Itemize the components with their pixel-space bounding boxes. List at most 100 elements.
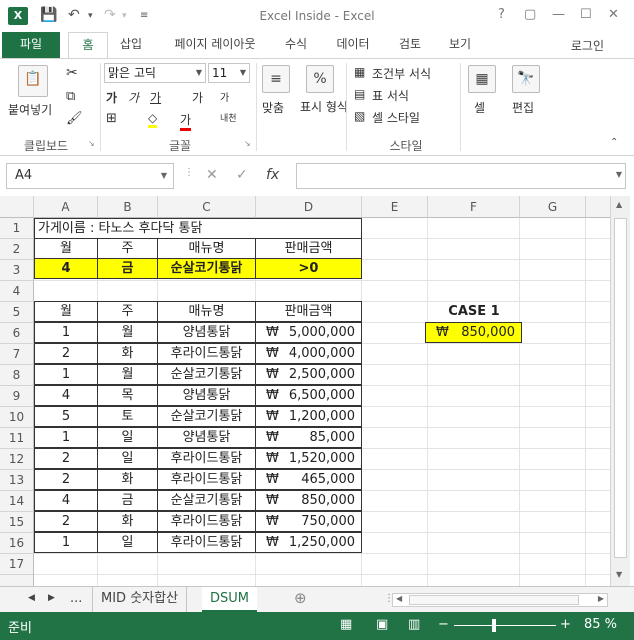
italic-button[interactable]: 가: [128, 89, 139, 106]
amount-cell[interactable]: ₩2,500,000: [255, 364, 362, 385]
paste-button[interactable]: 붙여넣기: [8, 101, 52, 118]
format-as-table-button[interactable]: 표 서식: [372, 87, 409, 104]
page-break-view-icon[interactable]: ▥: [408, 617, 420, 632]
table-cell[interactable]: 후라이드통닭: [157, 469, 256, 490]
sign-in-link[interactable]: 로그인: [571, 37, 604, 54]
amount-cell[interactable]: ₩1,520,000: [255, 448, 362, 469]
cell-styles-icon[interactable]: ▧: [354, 109, 365, 123]
amount-cell[interactable]: ₩750,000: [255, 511, 362, 532]
h-scrollbar-thumb[interactable]: [409, 595, 579, 605]
table-header-cell[interactable]: 판매금액: [255, 301, 362, 322]
amount-cell[interactable]: ₩850,000: [255, 490, 362, 511]
column-header[interactable]: F: [428, 196, 520, 218]
alignment-button[interactable]: 맞춤: [262, 99, 284, 116]
row-header[interactable]: 6: [0, 323, 34, 344]
bold-button[interactable]: 가: [106, 89, 117, 106]
zoom-out-button[interactable]: −: [438, 617, 449, 632]
conditional-format-button[interactable]: 조건부 서식: [372, 65, 431, 82]
tab-home[interactable]: 홈: [68, 32, 108, 59]
clipboard-launcher-icon[interactable]: ↘: [88, 139, 95, 148]
table-cell[interactable]: 후라이드통닭: [157, 448, 256, 469]
row-header[interactable]: 8: [0, 365, 34, 386]
number-format-icon[interactable]: %: [306, 65, 334, 93]
store-title-cell[interactable]: 가게이름 : 타노스 후다닥 통닭: [34, 218, 362, 239]
row-header[interactable]: 7: [0, 344, 34, 365]
formula-input[interactable]: [296, 163, 626, 189]
grow-font-button[interactable]: 가: [192, 89, 203, 106]
row-header[interactable]: [0, 575, 34, 586]
enter-icon[interactable]: ✓: [236, 167, 248, 183]
row-header[interactable]: 9: [0, 386, 34, 407]
row-header[interactable]: 4: [0, 281, 34, 302]
close-button[interactable]: ✕: [608, 7, 619, 22]
amount-cell[interactable]: ₩1,250,000: [255, 532, 362, 553]
row-header[interactable]: 10: [0, 407, 34, 428]
tab-view[interactable]: 보기: [440, 32, 480, 58]
table-cell[interactable]: 후라이드통닭: [157, 343, 256, 364]
conditional-format-icon[interactable]: ▦: [354, 65, 365, 79]
number-format-button[interactable]: 표시 형식: [300, 99, 348, 115]
maximize-button[interactable]: ☐: [580, 7, 592, 22]
row-header[interactable]: 15: [0, 512, 34, 533]
table-cell[interactable]: 일: [97, 532, 158, 553]
table-cell[interactable]: 월: [97, 322, 158, 343]
row-header[interactable]: 12: [0, 449, 34, 470]
cells-icon[interactable]: ▦: [468, 65, 496, 93]
table-cell[interactable]: 1: [34, 427, 98, 448]
cells-button[interactable]: 셀: [474, 99, 485, 116]
vertical-scrollbar[interactable]: ▲ ▼: [610, 196, 630, 586]
table-cell[interactable]: 순살코기통닭: [157, 364, 256, 385]
table-cell[interactable]: 화: [97, 469, 158, 490]
tab-data[interactable]: 데이터: [328, 32, 378, 58]
font-size-select[interactable]: 11 ▼: [208, 63, 250, 83]
tab-review[interactable]: 검토: [390, 32, 430, 58]
fill-color-button[interactable]: ◇: [148, 111, 158, 128]
scrollbar-thumb[interactable]: [614, 218, 627, 558]
amount-cell[interactable]: ₩1,200,000: [255, 406, 362, 427]
table-header-cell[interactable]: 월: [34, 301, 98, 322]
column-header[interactable]: C: [158, 196, 256, 218]
tab-file[interactable]: 파일: [2, 32, 60, 58]
editing-button[interactable]: 편집: [512, 99, 534, 116]
font-name-select[interactable]: 맑은 고딕 ▼: [104, 63, 206, 83]
copy-icon[interactable]: ⧉: [66, 89, 75, 104]
row-header[interactable]: 1: [0, 218, 34, 239]
table-cell[interactable]: 순살코기통닭: [157, 406, 256, 427]
case-title[interactable]: CASE 1: [428, 302, 520, 323]
cancel-icon[interactable]: ✕: [206, 167, 218, 183]
table-cell[interactable]: 2: [34, 511, 98, 532]
row-header[interactable]: 16: [0, 533, 34, 554]
column-header-partial[interactable]: [586, 196, 610, 218]
worksheet-grid[interactable]: A B C D E F G 1 2 3 4 5 6 7 8 9 10 11 12…: [0, 196, 610, 586]
row-header[interactable]: 5: [0, 302, 34, 323]
scroll-down-icon[interactable]: ▼: [616, 570, 622, 579]
amount-cell[interactable]: ₩465,000: [255, 469, 362, 490]
table-cell[interactable]: 5: [34, 406, 98, 427]
alignment-icon[interactable]: ≡: [262, 65, 290, 93]
sheet-nav-next-icon[interactable]: ▶: [40, 587, 63, 612]
amount-cell[interactable]: ₩6,500,000: [255, 385, 362, 406]
table-header-cell[interactable]: 주: [97, 301, 158, 322]
sheet-tab-mid[interactable]: MID 숫자합산: [92, 587, 188, 612]
format-painter-icon[interactable]: 🖌: [66, 111, 83, 126]
font-color-button[interactable]: 가: [180, 111, 192, 131]
table-cell[interactable]: 화: [97, 343, 158, 364]
row-header[interactable]: 14: [0, 491, 34, 512]
table-cell[interactable]: 후라이드통닭: [157, 532, 256, 553]
format-table-icon[interactable]: ▤: [354, 87, 365, 101]
criteria-value-cell[interactable]: 4: [34, 258, 98, 279]
tab-insert[interactable]: 삽입: [112, 32, 150, 58]
criteria-value-cell[interactable]: 순살코기통닭: [157, 258, 256, 279]
border-icon[interactable]: ⊞: [106, 111, 117, 126]
table-cell[interactable]: 월: [97, 364, 158, 385]
zoom-level[interactable]: 85 %: [584, 617, 617, 632]
collapse-ribbon-icon[interactable]: ⌃: [610, 137, 618, 148]
criteria-header-cell[interactable]: 판매금액: [255, 238, 362, 259]
table-cell[interactable]: 2: [34, 343, 98, 364]
table-cell[interactable]: 4: [34, 490, 98, 511]
row-header[interactable]: 13: [0, 470, 34, 491]
row-header[interactable]: 2: [0, 239, 34, 260]
tab-formulas[interactable]: 수식: [276, 32, 316, 58]
table-cell[interactable]: 금: [97, 490, 158, 511]
zoom-slider-track[interactable]: [454, 625, 556, 626]
